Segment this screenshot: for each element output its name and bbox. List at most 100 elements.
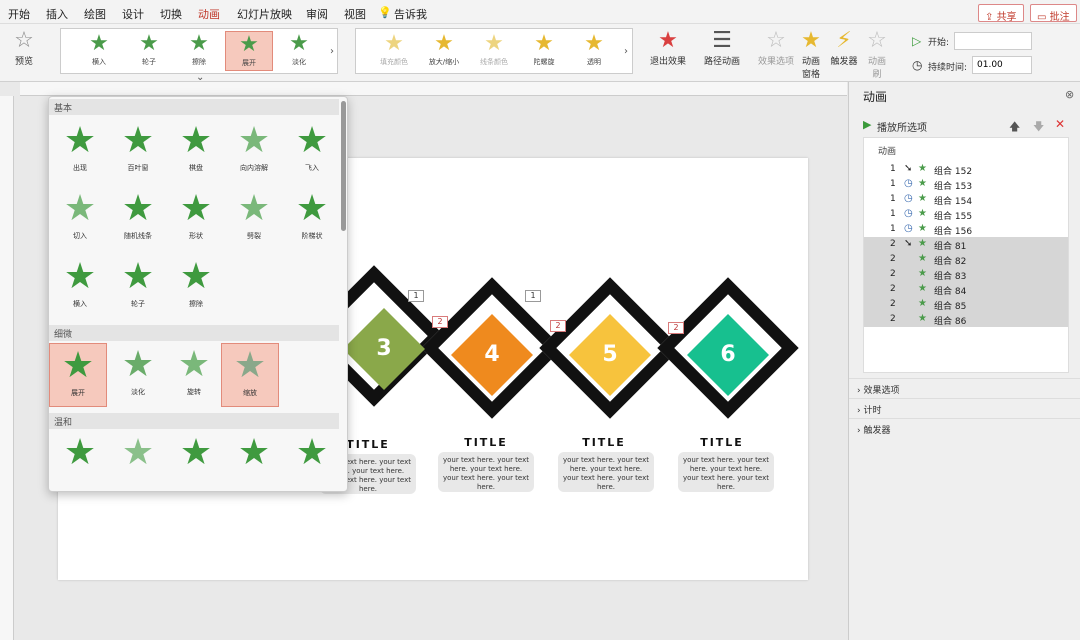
effect-peek-in[interactable]: ★ 切入: [51, 187, 109, 251]
menu-slideshow[interactable]: 幻灯片放映: [237, 6, 292, 22]
clock-icon: ◷: [904, 193, 913, 204]
star-icon: ★: [534, 31, 554, 56]
preview-button[interactable]: ☆ 预览: [6, 28, 42, 67]
lightbulb-icon: 💡: [378, 6, 392, 19]
gallery-item-wheel[interactable]: ★ 轮子: [125, 31, 173, 71]
animation-tag[interactable]: 2: [432, 316, 448, 328]
preview-label: 预览: [14, 57, 33, 67]
row-order: 1: [890, 209, 896, 219]
menu-transitions[interactable]: 切换: [160, 6, 182, 22]
gallery-item-float-in[interactable]: ★ 横入: [75, 31, 123, 71]
gallery-item-expand[interactable]: ★ 展开: [225, 31, 273, 71]
gallery-item-grow-shrink[interactable]: ★ 放大/缩小: [420, 31, 468, 71]
menu-design[interactable]: 设计: [122, 6, 144, 22]
list-item[interactable]: 1 ◷ ★ 组合 155: [864, 207, 1068, 222]
list-item[interactable]: 2 ★ 组合 82: [864, 252, 1068, 267]
animation-pane-label: 动画窗格: [801, 57, 820, 80]
star-icon: ★: [918, 208, 927, 219]
effect-checkerboard[interactable]: ★ 棋盘: [167, 119, 225, 183]
effect-blinds[interactable]: ★ 百叶窗: [109, 119, 167, 183]
effect-moderate-1[interactable]: ★: [51, 431, 109, 491]
dropdown-scrollbar[interactable]: [341, 101, 346, 231]
menu-review[interactable]: 审阅: [306, 6, 328, 22]
list-item[interactable]: 2 ★ 组合 84: [864, 282, 1068, 297]
menu-animations[interactable]: 动画: [198, 6, 220, 26]
star-icon: ★: [918, 178, 927, 189]
menu-home[interactable]: 开始: [8, 6, 30, 22]
animation-tag[interactable]: 1: [525, 290, 541, 302]
effect-label: 形状: [189, 232, 203, 240]
gallery-label: 陀螺旋: [533, 58, 555, 66]
path-animation-button[interactable]: ☰ 路径动画: [700, 28, 744, 67]
chevron-right-icon-2[interactable]: ›: [624, 46, 628, 57]
menu-draw[interactable]: 绘图: [84, 6, 106, 22]
list-item[interactable]: 1 ◷ ★ 组合 154: [864, 192, 1068, 207]
star-icon: ★: [918, 163, 927, 174]
section-timing[interactable]: › 计时: [849, 398, 1080, 418]
effect-wipe[interactable]: ★ 擦除: [167, 255, 225, 319]
gallery-item-spin[interactable]: ★ 陀螺旋: [520, 31, 568, 71]
gallery-item-transparency[interactable]: ★ 透明: [570, 31, 618, 71]
effect-moderate-3[interactable]: ★: [167, 431, 225, 491]
effect-moderate-2[interactable]: ★: [109, 431, 167, 491]
menu-tell-me[interactable]: 告诉我: [394, 6, 427, 22]
row-order: 1: [890, 164, 896, 174]
share-button[interactable]: ⇪ 共享: [978, 4, 1024, 23]
play-selected-button[interactable]: 播放所选项: [877, 119, 927, 134]
effect-moderate-5[interactable]: ★: [283, 431, 341, 491]
exit-effect-button[interactable]: ★ 退出效果: [646, 28, 690, 67]
animation-pane-button[interactable]: ★ 动画窗格: [798, 28, 824, 80]
effect-options-button[interactable]: ☆ 效果选项: [756, 28, 796, 67]
list-item[interactable]: 2 ★ 组合 85: [864, 297, 1068, 312]
list-item[interactable]: 1 ◷ ★ 组合 153: [864, 177, 1068, 192]
list-item[interactable]: 1 ➘ ★ 组合 152: [864, 162, 1068, 177]
section-label: 触发器: [863, 426, 891, 436]
effect-random-bars[interactable]: ★ 随机线条: [109, 187, 167, 251]
gallery-item-fill-color[interactable]: ★ 填充颜色: [370, 31, 418, 71]
effect-wheel[interactable]: ★ 轮子: [109, 255, 167, 319]
list-item[interactable]: 1 ◷ ★ 组合 156: [864, 222, 1068, 237]
ribbon: ☆ 预览 ‹ ★横入 ★轮子 ★擦除 ★展开 ★淡化 › ⌄ ★填充颜色 ★放大…: [0, 24, 1080, 83]
comment-button[interactable]: ▭ 批注: [1030, 4, 1077, 23]
section-effect-options[interactable]: › 效果选项: [849, 378, 1080, 398]
effect-moderate-4[interactable]: ★: [225, 431, 283, 491]
section-triggers[interactable]: › 触发器: [849, 418, 1080, 438]
gallery-item-line-color[interactable]: ★ 线条颜色: [470, 31, 518, 71]
list-item[interactable]: 2 ★ 组合 83: [864, 267, 1068, 282]
menu-insert[interactable]: 插入: [46, 6, 68, 22]
effect-split[interactable]: ★ 劈裂: [225, 187, 283, 251]
animation-tag[interactable]: 1: [408, 290, 424, 302]
animation-tag[interactable]: 2: [550, 320, 566, 332]
chevron-right-icon[interactable]: ›: [330, 46, 334, 57]
animation-tag[interactable]: 2: [668, 322, 684, 334]
star-icon: ★: [121, 120, 155, 161]
effect-expand[interactable]: ★ 展开: [49, 343, 107, 407]
effect-float-in[interactable]: ★ 横入: [51, 255, 109, 319]
list-item[interactable]: 2 ★ 组合 86: [864, 312, 1068, 327]
gallery-item-fade[interactable]: ★ 淡化: [275, 31, 323, 71]
effect-label: 缩放: [243, 389, 257, 397]
row-order: 1: [890, 194, 896, 204]
close-icon[interactable]: ⊗: [1065, 88, 1074, 101]
move-up-icon[interactable]: 🡅: [1009, 118, 1020, 137]
effect-strips[interactable]: ★ 阶梯状: [283, 187, 341, 251]
start-select[interactable]: [954, 32, 1032, 50]
effect-dissolve-in[interactable]: ★ 向内溶解: [225, 119, 283, 183]
effect-appear[interactable]: ★ 出现: [51, 119, 109, 183]
menu-view[interactable]: 视图: [344, 6, 366, 22]
row-label: 组合 155: [934, 212, 973, 222]
effect-fade[interactable]: ★ 淡化: [109, 343, 167, 407]
effect-turn[interactable]: ★ 旋转: [165, 343, 223, 407]
play-icon[interactable]: ▶: [863, 118, 871, 131]
effect-shape[interactable]: ★ 形状: [167, 187, 225, 251]
move-down-icon[interactable]: 🡇: [1033, 118, 1044, 137]
duration-field[interactable]: [972, 56, 1032, 74]
list-item[interactable]: 2 ➘ ★ 组合 81: [864, 237, 1068, 252]
animation-painter-button[interactable]: ☆ 动画刷: [864, 28, 890, 80]
lightning-icon: ⚡: [836, 28, 852, 53]
effect-fly-in[interactable]: ★ 飞入: [283, 119, 341, 183]
delete-icon[interactable]: ✕: [1055, 117, 1065, 131]
gallery-item-wipe[interactable]: ★ 擦除: [175, 31, 223, 71]
trigger-button[interactable]: ⚡ 触发器: [828, 28, 860, 67]
effect-zoom[interactable]: ★ 缩放: [221, 343, 279, 407]
